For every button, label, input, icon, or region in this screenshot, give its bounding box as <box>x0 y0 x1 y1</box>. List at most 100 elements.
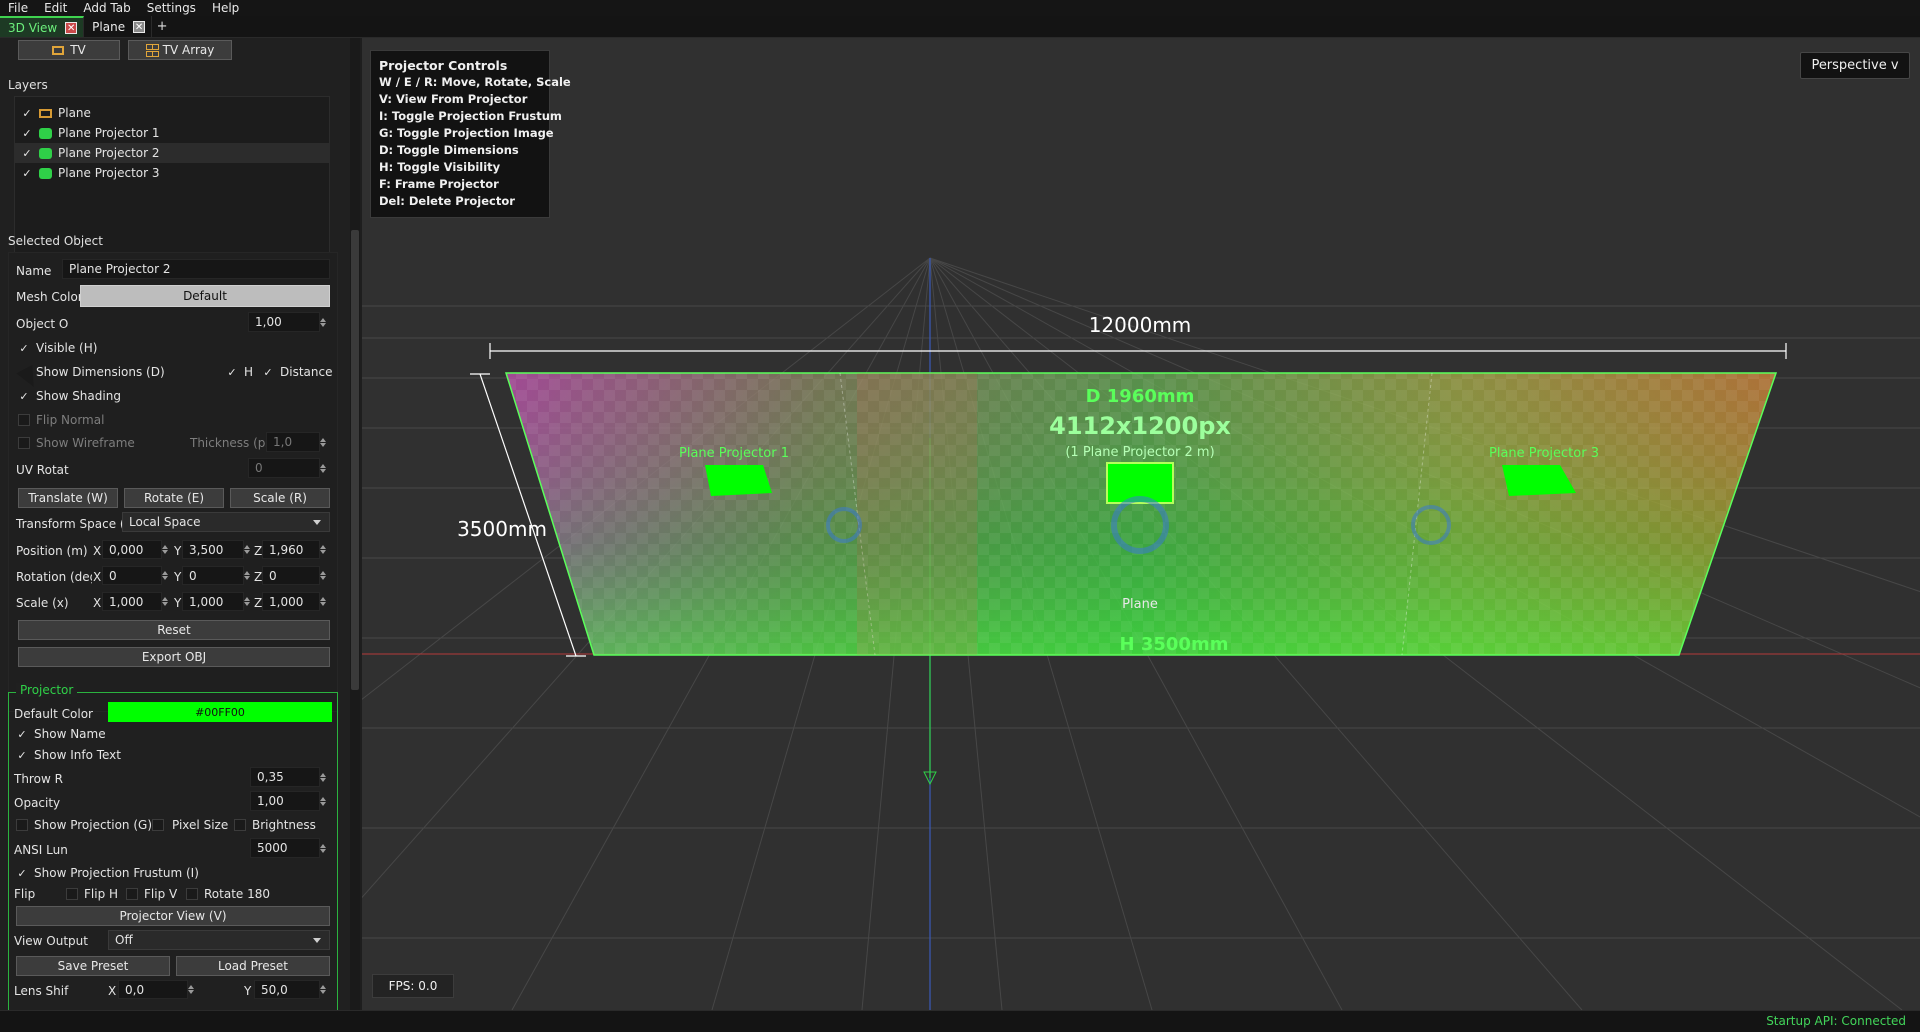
scale-button[interactable]: Scale (R) <box>230 488 330 508</box>
mesh-color-button[interactable]: Default <box>80 285 330 307</box>
projector-controls-title: Projector Controls <box>379 58 508 73</box>
checkbox[interactable] <box>186 888 198 900</box>
close-icon[interactable]: ✕ <box>133 20 146 33</box>
scrollbar-thumb[interactable] <box>351 230 359 690</box>
lens-shift-y-field[interactable]: 50,0 <box>254 980 320 999</box>
checkbox[interactable] <box>16 819 28 831</box>
spinner-icon[interactable] <box>320 593 328 609</box>
check-icon[interactable]: ✓ <box>18 390 30 403</box>
viewport-3d[interactable]: 12000mm 3500mm D 1960mm 4112x1200px (1 P… <box>362 38 1920 1010</box>
spinner-icon[interactable] <box>188 981 196 997</box>
add-tab-button[interactable]: + <box>152 16 172 37</box>
opacity-field[interactable]: 1,00 <box>250 791 320 811</box>
tab-3d-view-label: 3D View <box>8 20 58 35</box>
mesh-color-label: Mesh Color <box>16 290 83 304</box>
spinner-icon[interactable] <box>244 567 252 583</box>
object-opacity-field[interactable]: 1,00 <box>248 312 320 332</box>
view-output-select[interactable]: Off <box>108 930 330 950</box>
check-icon[interactable]: ✓ <box>16 749 28 762</box>
scene-canvas[interactable]: 12000mm 3500mm D 1960mm 4112x1200px (1 P… <box>362 38 1920 1010</box>
translate-button[interactable]: Translate (W) <box>18 488 118 508</box>
spinner-icon[interactable] <box>320 567 328 583</box>
check-icon[interactable]: ✓ <box>16 728 28 741</box>
spinner-icon[interactable] <box>162 593 170 609</box>
menu-help[interactable]: Help <box>204 0 247 16</box>
check-icon[interactable]: ✓ <box>21 147 33 160</box>
name-field[interactable]: Plane Projector 2 <box>62 259 330 279</box>
scale-x-field[interactable]: 1,000 <box>102 592 162 611</box>
show-shading-label: Show Shading <box>36 389 121 403</box>
export-obj-button[interactable]: Export OBJ <box>18 647 330 667</box>
tab-3d-view[interactable]: 3D View ✕ <box>0 16 85 37</box>
checkbox[interactable] <box>18 414 30 426</box>
check-icon[interactable]: ✓ <box>262 366 274 379</box>
brightness-label: Brightness <box>252 818 316 832</box>
position-y-field[interactable]: 3,500 <box>182 540 244 559</box>
tab-plane[interactable]: Plane ✕ <box>84 16 153 37</box>
perspective-dropdown[interactable]: Perspective v <box>1800 52 1910 79</box>
spinner-icon[interactable] <box>244 593 252 609</box>
spinner-icon[interactable] <box>162 541 170 557</box>
checkbox[interactable] <box>66 888 78 900</box>
checkbox[interactable] <box>152 819 164 831</box>
tv-button[interactable]: TV <box>18 40 120 60</box>
tv-array-button-label: TV Array <box>162 43 215 57</box>
menu-add-tab[interactable]: Add Tab <box>75 0 138 16</box>
lens-shift-x-field[interactable]: 0,0 <box>118 980 188 999</box>
rotation-y-field[interactable]: 0 <box>182 566 244 585</box>
spinner-icon[interactable] <box>320 541 328 557</box>
projector-view-button[interactable]: Projector View (V) <box>16 906 330 926</box>
throw-ratio-field[interactable]: 0,35 <box>250 767 320 787</box>
projector-icon <box>39 167 52 179</box>
checkbox[interactable] <box>18 437 30 449</box>
load-preset-button[interactable]: Load Preset <box>176 956 330 976</box>
reset-button[interactable]: Reset <box>18 620 330 640</box>
default-color-swatch[interactable]: #00FF00 <box>108 702 332 722</box>
spinner-icon[interactable] <box>244 541 252 557</box>
check-icon[interactable]: ✓ <box>226 366 238 379</box>
flip-label: Flip <box>14 887 36 901</box>
ansi-lumens-field[interactable]: 5000 <box>250 838 320 858</box>
check-icon[interactable]: ✓ <box>21 127 33 140</box>
rotation-z-field[interactable]: 0 <box>262 566 320 585</box>
projector-group-title: Projector <box>16 683 78 697</box>
rotate-button[interactable]: Rotate (E) <box>124 488 224 508</box>
rotation-x-field[interactable]: 0 <box>102 566 162 585</box>
spinner-icon[interactable] <box>162 567 170 583</box>
uv-rotation-field[interactable]: 0 <box>248 458 320 478</box>
layer-item-plane-projector-2[interactable]: ✓ Plane Projector 2 <box>15 143 329 163</box>
layer-item-plane[interactable]: ✓ Plane <box>15 103 329 123</box>
scale-y-field[interactable]: 1,000 <box>182 592 244 611</box>
checkbox[interactable] <box>234 819 246 831</box>
status-bar <box>0 1010 1920 1032</box>
selected-object-title: Selected Object <box>8 234 103 248</box>
tv-array-button[interactable]: TV Array <box>128 40 232 60</box>
close-icon[interactable]: ✕ <box>65 21 78 34</box>
scale-z-field[interactable]: 1,000 <box>262 592 320 611</box>
control-hint: I: Toggle Projection Frustum <box>379 109 562 123</box>
thickness-field[interactable]: 1,0 <box>266 432 320 452</box>
check-icon[interactable]: ✓ <box>21 107 33 120</box>
checkbox[interactable] <box>126 888 138 900</box>
menu-settings[interactable]: Settings <box>139 0 204 16</box>
spinner-icon[interactable] <box>320 981 328 997</box>
menu-file[interactable]: File <box>0 0 36 16</box>
spinner-icon[interactable] <box>320 460 328 476</box>
layer-item-plane-projector-3[interactable]: ✓ Plane Projector 3 <box>15 163 329 183</box>
spinner-icon[interactable] <box>320 840 328 856</box>
check-icon[interactable]: ✓ <box>16 867 28 880</box>
check-icon[interactable]: ✓ <box>18 342 30 355</box>
spinner-icon[interactable] <box>320 769 328 785</box>
layer-item-plane-projector-1[interactable]: ✓ Plane Projector 1 <box>15 123 329 143</box>
projector-1-model[interactable] <box>705 465 772 496</box>
spinner-icon[interactable] <box>320 793 328 809</box>
spinner-icon[interactable] <box>320 314 328 330</box>
resolution-label: 4112x1200px <box>1049 412 1231 440</box>
position-x-field[interactable]: 0,000 <box>102 540 162 559</box>
position-z-field[interactable]: 1,960 <box>262 540 320 559</box>
menu-edit[interactable]: Edit <box>36 0 75 16</box>
transform-space-select[interactable]: Local Space <box>122 512 330 532</box>
check-icon[interactable]: ✓ <box>21 167 33 180</box>
save-preset-button[interactable]: Save Preset <box>16 956 170 976</box>
spinner-icon[interactable] <box>320 434 328 450</box>
